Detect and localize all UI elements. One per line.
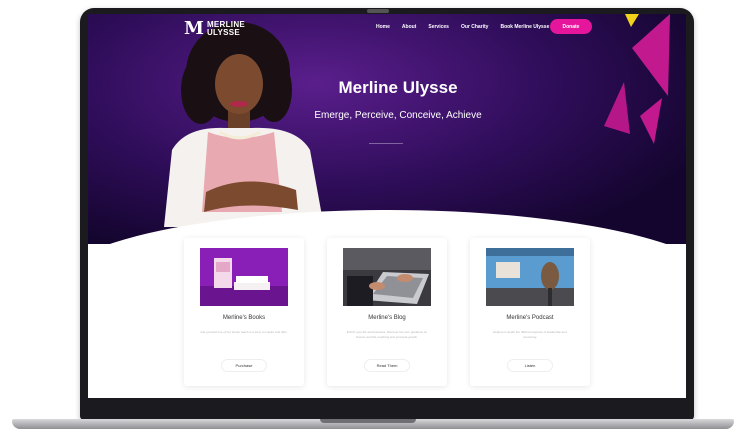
logo-mark: M <box>184 18 204 39</box>
portrait-image <box>164 22 324 227</box>
card-text: Get yourself one of her books. Each is a… <box>200 330 288 334</box>
podcast-image <box>486 248 574 306</box>
site-logo[interactable]: M MERLINE ULYSSE <box>184 20 245 38</box>
pink-triangle-small-icon <box>604 82 630 134</box>
laptop-base-notch <box>320 419 416 423</box>
hero-divider <box>369 143 403 144</box>
donate-button[interactable]: Donate <box>550 19 592 34</box>
card-books: Merline's Books Get yourself one of her … <box>184 238 304 386</box>
nav-about[interactable]: About <box>402 24 416 30</box>
read-them-button[interactable]: Read Them <box>364 359 410 372</box>
logo-text: MERLINE ULYSSE <box>207 21 245 37</box>
card-text: Enrich your life and business. Discover … <box>346 330 428 339</box>
card-title: Merline's Podcast <box>506 315 554 321</box>
listen-button[interactable]: Listen <box>507 359 553 372</box>
camera-icon <box>367 9 389 13</box>
card-text: Explore in depth the different aspects o… <box>493 330 567 339</box>
laptop-frame: M MERLINE ULYSSE Home About Services Our… <box>0 0 737 432</box>
nav-our-charity[interactable]: Our Charity <box>461 24 489 30</box>
pink-triangle-icon <box>632 14 670 96</box>
nav-services[interactable]: Services <box>428 24 449 30</box>
card-title: Merline's Blog <box>368 315 406 321</box>
laptop-screen: M MERLINE ULYSSE Home About Services Our… <box>88 14 686 404</box>
purchase-button[interactable]: Purchase <box>221 359 267 372</box>
pink-triangle-lower-icon <box>640 98 662 144</box>
card-title: Merline's Books <box>222 315 266 321</box>
nav-book-merline[interactable]: Book Merline Ulysse <box>500 24 549 30</box>
blog-image <box>343 248 431 306</box>
books-image <box>200 248 288 306</box>
hero-tagline: Emerge, Perceive, Conceive, Achieve <box>314 110 482 121</box>
card-podcast: Merline's Podcast Explore in depth the d… <box>470 238 590 386</box>
hero-title: Merline Ulysse <box>338 78 458 97</box>
nav-home[interactable]: Home <box>376 24 390 30</box>
logo-line-2: ULYSSE <box>206 28 241 37</box>
main-nav: Home About Services Our Charity Book Mer… <box>376 24 549 30</box>
card-blog: Merline's Blog Enrich your life and busi… <box>327 238 447 386</box>
screen-bottom-band <box>88 398 686 404</box>
